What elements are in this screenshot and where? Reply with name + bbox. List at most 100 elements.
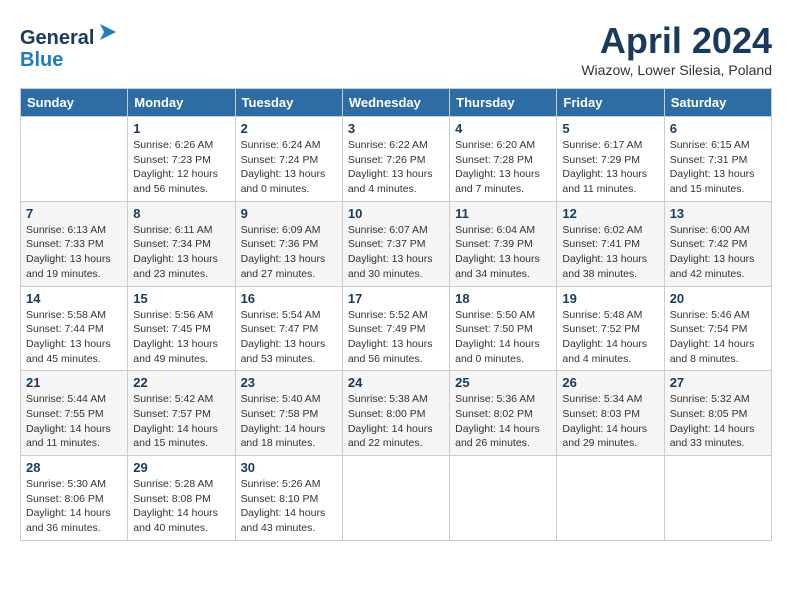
- day-info: Sunrise: 5:58 AM Sunset: 7:44 PM Dayligh…: [26, 308, 122, 367]
- day-info: Sunrise: 6:07 AM Sunset: 7:37 PM Dayligh…: [348, 223, 444, 282]
- day-info: Sunrise: 5:28 AM Sunset: 8:08 PM Dayligh…: [133, 477, 229, 536]
- calendar-table: SundayMondayTuesdayWednesdayThursdayFrid…: [20, 88, 772, 541]
- day-info: Sunrise: 5:42 AM Sunset: 7:57 PM Dayligh…: [133, 392, 229, 451]
- day-info: Sunrise: 6:22 AM Sunset: 7:26 PM Dayligh…: [348, 138, 444, 197]
- day-info: Sunrise: 6:11 AM Sunset: 7:34 PM Dayligh…: [133, 223, 229, 282]
- day-number: 18: [455, 291, 551, 306]
- day-info: Sunrise: 5:34 AM Sunset: 8:03 PM Dayligh…: [562, 392, 658, 451]
- day-info: Sunrise: 5:50 AM Sunset: 7:50 PM Dayligh…: [455, 308, 551, 367]
- day-cell: 12 Sunrise: 6:02 AM Sunset: 7:41 PM Dayli…: [557, 201, 664, 286]
- day-info: Sunrise: 6:26 AM Sunset: 7:23 PM Dayligh…: [133, 138, 229, 197]
- week-row-5: 28 Sunrise: 5:30 AM Sunset: 8:06 PM Dayli…: [21, 456, 772, 541]
- day-info: Sunrise: 6:02 AM Sunset: 7:41 PM Dayligh…: [562, 223, 658, 282]
- day-cell: 27 Sunrise: 5:32 AM Sunset: 8:05 PM Dayli…: [664, 371, 771, 456]
- day-number: 30: [241, 460, 337, 475]
- day-cell: 5 Sunrise: 6:17 AM Sunset: 7:29 PM Daylig…: [557, 117, 664, 202]
- header-row: SundayMondayTuesdayWednesdayThursdayFrid…: [21, 89, 772, 117]
- day-info: Sunrise: 5:30 AM Sunset: 8:06 PM Dayligh…: [26, 477, 122, 536]
- logo: General Blue: [20, 20, 120, 71]
- day-number: 6: [670, 121, 766, 136]
- day-number: 22: [133, 375, 229, 390]
- day-cell: 26 Sunrise: 5:34 AM Sunset: 8:03 PM Dayli…: [557, 371, 664, 456]
- day-info: Sunrise: 5:56 AM Sunset: 7:45 PM Dayligh…: [133, 308, 229, 367]
- day-number: 11: [455, 206, 551, 221]
- col-header-saturday: Saturday: [664, 89, 771, 117]
- day-info: Sunrise: 5:52 AM Sunset: 7:49 PM Dayligh…: [348, 308, 444, 367]
- day-cell: 21 Sunrise: 5:44 AM Sunset: 7:55 PM Dayli…: [21, 371, 128, 456]
- day-number: 23: [241, 375, 337, 390]
- day-number: 5: [562, 121, 658, 136]
- day-cell: [342, 456, 449, 541]
- day-info: Sunrise: 6:17 AM Sunset: 7:29 PM Dayligh…: [562, 138, 658, 197]
- day-cell: 18 Sunrise: 5:50 AM Sunset: 7:50 PM Dayli…: [450, 286, 557, 371]
- day-number: 17: [348, 291, 444, 306]
- day-cell: [557, 456, 664, 541]
- day-number: 14: [26, 291, 122, 306]
- week-row-2: 7 Sunrise: 6:13 AM Sunset: 7:33 PM Daylig…: [21, 201, 772, 286]
- col-header-sunday: Sunday: [21, 89, 128, 117]
- col-header-friday: Friday: [557, 89, 664, 117]
- day-info: Sunrise: 5:36 AM Sunset: 8:02 PM Dayligh…: [455, 392, 551, 451]
- day-cell: [664, 456, 771, 541]
- week-row-1: 1 Sunrise: 6:26 AM Sunset: 7:23 PM Daylig…: [21, 117, 772, 202]
- day-info: Sunrise: 6:20 AM Sunset: 7:28 PM Dayligh…: [455, 138, 551, 197]
- day-info: Sunrise: 5:38 AM Sunset: 8:00 PM Dayligh…: [348, 392, 444, 451]
- day-info: Sunrise: 5:32 AM Sunset: 8:05 PM Dayligh…: [670, 392, 766, 451]
- col-header-thursday: Thursday: [450, 89, 557, 117]
- day-info: Sunrise: 5:44 AM Sunset: 7:55 PM Dayligh…: [26, 392, 122, 451]
- day-info: Sunrise: 6:04 AM Sunset: 7:39 PM Dayligh…: [455, 223, 551, 282]
- day-number: 2: [241, 121, 337, 136]
- day-number: 12: [562, 206, 658, 221]
- day-number: 27: [670, 375, 766, 390]
- day-cell: 10 Sunrise: 6:07 AM Sunset: 7:37 PM Dayli…: [342, 201, 449, 286]
- day-number: 3: [348, 121, 444, 136]
- day-number: 1: [133, 121, 229, 136]
- day-info: Sunrise: 6:24 AM Sunset: 7:24 PM Dayligh…: [241, 138, 337, 197]
- day-cell: 19 Sunrise: 5:48 AM Sunset: 7:52 PM Dayli…: [557, 286, 664, 371]
- day-cell: 29 Sunrise: 5:28 AM Sunset: 8:08 PM Dayli…: [128, 456, 235, 541]
- week-row-4: 21 Sunrise: 5:44 AM Sunset: 7:55 PM Dayli…: [21, 371, 772, 456]
- day-cell: 14 Sunrise: 5:58 AM Sunset: 7:44 PM Dayli…: [21, 286, 128, 371]
- day-info: Sunrise: 6:09 AM Sunset: 7:36 PM Dayligh…: [241, 223, 337, 282]
- day-number: 7: [26, 206, 122, 221]
- page-header: General Blue April 2024 Wiazow, Lower Si…: [20, 20, 772, 78]
- day-number: 29: [133, 460, 229, 475]
- day-info: Sunrise: 6:00 AM Sunset: 7:42 PM Dayligh…: [670, 223, 766, 282]
- day-number: 10: [348, 206, 444, 221]
- day-cell: [450, 456, 557, 541]
- logo-text: General: [20, 20, 120, 49]
- day-number: 16: [241, 291, 337, 306]
- logo-general: General: [20, 27, 94, 49]
- day-cell: 11 Sunrise: 6:04 AM Sunset: 7:39 PM Dayli…: [450, 201, 557, 286]
- day-cell: 4 Sunrise: 6:20 AM Sunset: 7:28 PM Daylig…: [450, 117, 557, 202]
- day-info: Sunrise: 5:40 AM Sunset: 7:58 PM Dayligh…: [241, 392, 337, 451]
- location: Wiazow, Lower Silesia, Poland: [581, 62, 772, 78]
- day-number: 26: [562, 375, 658, 390]
- day-number: 21: [26, 375, 122, 390]
- month-title: April 2024: [581, 20, 772, 62]
- col-header-monday: Monday: [128, 89, 235, 117]
- title-block: April 2024 Wiazow, Lower Silesia, Poland: [581, 20, 772, 78]
- logo-blue: Blue: [20, 49, 120, 71]
- day-cell: 8Sunrise: 6:11 AM Sunset: 7:34 PM Daylig…: [128, 201, 235, 286]
- day-cell: 15Sunrise: 5:56 AM Sunset: 7:45 PM Dayli…: [128, 286, 235, 371]
- day-info: Sunrise: 5:48 AM Sunset: 7:52 PM Dayligh…: [562, 308, 658, 367]
- day-info: Sunrise: 6:15 AM Sunset: 7:31 PM Dayligh…: [670, 138, 766, 197]
- day-cell: 22 Sunrise: 5:42 AM Sunset: 7:57 PM Dayli…: [128, 371, 235, 456]
- day-cell: 13Sunrise: 6:00 AM Sunset: 7:42 PM Dayli…: [664, 201, 771, 286]
- day-cell: 28 Sunrise: 5:30 AM Sunset: 8:06 PM Dayli…: [21, 456, 128, 541]
- day-cell: 7 Sunrise: 6:13 AM Sunset: 7:33 PM Daylig…: [21, 201, 128, 286]
- day-cell: 16Sunrise: 5:54 AM Sunset: 7:47 PM Dayli…: [235, 286, 342, 371]
- day-info: Sunrise: 6:13 AM Sunset: 7:33 PM Dayligh…: [26, 223, 122, 282]
- day-cell: 24Sunrise: 5:38 AM Sunset: 8:00 PM Dayli…: [342, 371, 449, 456]
- day-cell: 9Sunrise: 6:09 AM Sunset: 7:36 PM Daylig…: [235, 201, 342, 286]
- day-cell: 3 Sunrise: 6:22 AM Sunset: 7:26 PM Daylig…: [342, 117, 449, 202]
- day-number: 19: [562, 291, 658, 306]
- day-number: 28: [26, 460, 122, 475]
- day-cell: 2 Sunrise: 6:24 AM Sunset: 7:24 PM Daylig…: [235, 117, 342, 202]
- day-number: 4: [455, 121, 551, 136]
- col-header-tuesday: Tuesday: [235, 89, 342, 117]
- day-number: 20: [670, 291, 766, 306]
- day-cell: 17 Sunrise: 5:52 AM Sunset: 7:49 PM Dayli…: [342, 286, 449, 371]
- day-cell: 20Sunrise: 5:46 AM Sunset: 7:54 PM Dayli…: [664, 286, 771, 371]
